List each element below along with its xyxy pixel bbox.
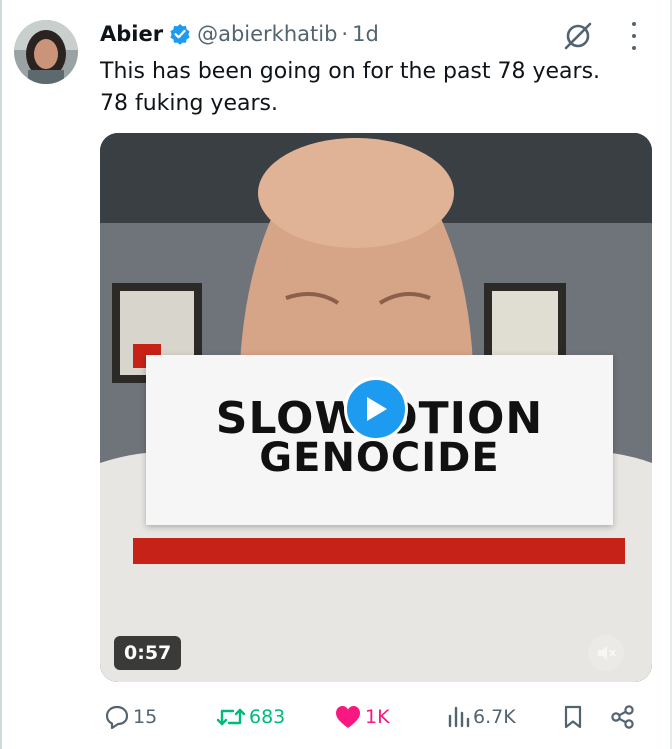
share-button[interactable] [610,700,639,734]
headline-line-2: GENOCIDE [259,435,500,481]
timestamp[interactable]: 1d [352,22,379,46]
share-icon [611,705,634,729]
heart-icon [336,706,360,728]
views-button[interactable]: 6.7K [446,700,516,734]
more-icon[interactable] [628,22,640,50]
handle[interactable]: @abierkhatib [197,22,337,46]
grok-icon[interactable] [562,20,594,52]
views-count: 6.7K [473,706,516,728]
bookmark-icon [564,705,582,729]
like-button[interactable]: 1K [334,700,390,734]
reply-button[interactable]: 15 [104,700,157,734]
tweet-card[interactable]: Abier @abierkhatib · 1d This has been go… [0,0,672,749]
tweet-text-line: This has been going on for the past 78 y… [100,59,601,84]
video-duration: 0:57 [114,636,182,670]
repost-button[interactable]: 683 [216,700,285,734]
tweet-text: This has been going on for the past 78 y… [100,56,660,120]
like-count: 1K [365,706,390,728]
separator-dot: · [341,22,349,46]
repost-icon [216,708,246,726]
views-icon [448,706,470,728]
play-button[interactable] [344,377,408,441]
reply-count: 15 [133,706,158,728]
verified-badge-icon [170,24,190,45]
play-icon [367,397,387,421]
reply-icon [105,705,129,730]
tweet-header: Abier @abierkhatib · 1d [100,18,379,50]
mute-button[interactable] [588,635,624,671]
bookmark-button[interactable] [562,700,587,734]
display-name[interactable]: Abier [100,22,163,46]
tweet-text-line: 78 fuking years. [100,91,278,116]
banner-red-bar [133,538,625,564]
avatar[interactable] [14,20,78,84]
action-bar: 15 683 1K 6.7K [100,700,660,734]
video-player[interactable]: SLOW OTION GENOCIDE 0:57 [100,133,652,682]
repost-count: 683 [249,706,286,728]
mute-icon [598,646,616,660]
